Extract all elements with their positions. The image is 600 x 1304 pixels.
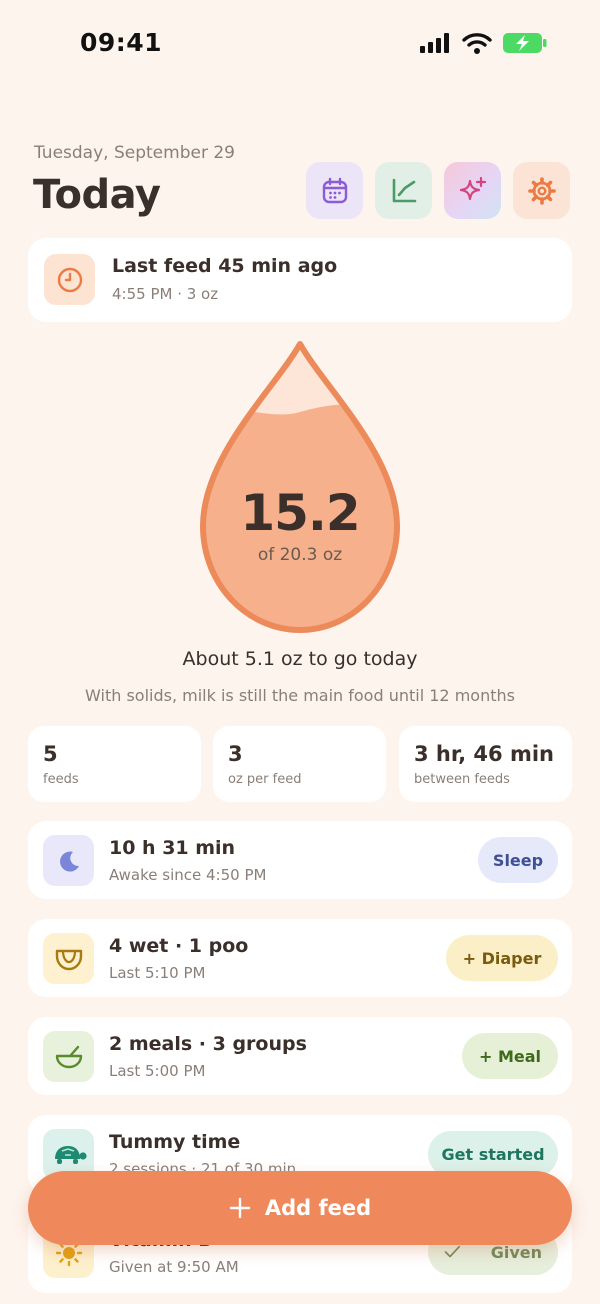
checkmark-icon bbox=[444, 1245, 461, 1258]
cellular-signal-icon bbox=[420, 33, 449, 53]
turtle-icon bbox=[54, 1145, 87, 1164]
stat-oz-per-feed: 3 oz per feed bbox=[213, 726, 386, 802]
battery-charging-icon bbox=[503, 33, 547, 53]
diaper-card[interactable]: 4 wet · 1 poo Last 5:10 PM + Diaper bbox=[28, 919, 572, 997]
meal-card[interactable]: 2 meals · 3 groups Last 5:00 PM + Meal bbox=[28, 1017, 572, 1095]
stat-label: oz per feed bbox=[228, 772, 302, 787]
clock-icon-badge bbox=[44, 254, 95, 305]
tummy-time-title: Tummy time bbox=[109, 1131, 241, 1153]
last-feed-detail: 4:55 PM · 3 oz bbox=[112, 285, 219, 303]
current-date: Tuesday, September 29 bbox=[34, 143, 235, 163]
solids-note: With solids, milk is still the main food… bbox=[85, 686, 515, 705]
stat-value: 3 hr, 46 min bbox=[414, 742, 554, 766]
sleep-subtitle: Awake since 4:50 PM bbox=[109, 866, 267, 884]
stat-value: 3 bbox=[228, 742, 243, 766]
settings-button[interactable] bbox=[513, 162, 570, 219]
diaper-title: 4 wet · 1 poo bbox=[109, 935, 249, 957]
stat-between-feeds: 3 hr, 46 min between feeds bbox=[399, 726, 572, 802]
gear-icon bbox=[527, 176, 556, 205]
meal-subtitle: Last 5:00 PM bbox=[109, 1062, 206, 1080]
remaining-text: About 5.1 oz to go today bbox=[182, 648, 418, 670]
plus-icon bbox=[229, 1197, 251, 1219]
add-feed-button[interactable]: Add feed bbox=[28, 1171, 572, 1245]
diaper-icon bbox=[55, 949, 82, 970]
meal-title: 2 meals · 3 groups bbox=[109, 1033, 307, 1055]
sparkle-icon bbox=[459, 176, 486, 200]
trends-button[interactable] bbox=[375, 162, 432, 219]
top-actions bbox=[306, 162, 570, 219]
intake-target: of 20.3 oz bbox=[257, 545, 343, 565]
vitamin-given-label: Given bbox=[490, 1242, 542, 1262]
moon-icon bbox=[59, 851, 79, 872]
status-bar: 09:41 bbox=[0, 0, 600, 90]
calendar-button[interactable] bbox=[306, 162, 363, 219]
status-time: 09:41 bbox=[80, 28, 163, 57]
intake-value: 15.2 bbox=[240, 484, 360, 542]
sleep-button[interactable]: Sleep bbox=[478, 837, 558, 883]
bowl-icon-badge bbox=[43, 1031, 94, 1082]
vitamin-d-subtitle: Given at 9:50 AM bbox=[109, 1258, 239, 1276]
last-feed-card[interactable]: Last feed 45 min ago 4:55 PM · 3 oz bbox=[28, 238, 572, 322]
sleep-card[interactable]: 10 h 31 min Awake since 4:50 PM Sleep bbox=[28, 821, 572, 899]
calendar-icon bbox=[322, 177, 347, 203]
assistant-button[interactable] bbox=[444, 162, 501, 219]
add-feed-label: Add feed bbox=[264, 1196, 372, 1220]
sleep-title: 10 h 31 min bbox=[109, 837, 236, 859]
clock-icon bbox=[57, 267, 82, 292]
stat-value: 5 bbox=[43, 742, 58, 766]
diaper-subtitle: Last 5:10 PM bbox=[109, 964, 206, 982]
wifi-icon bbox=[462, 33, 492, 54]
last-feed-title: Last feed 45 min ago bbox=[112, 255, 338, 277]
moon-icon-badge bbox=[43, 835, 94, 886]
status-icons bbox=[420, 32, 548, 54]
add-diaper-button[interactable]: + Diaper bbox=[446, 935, 558, 981]
diaper-icon-badge bbox=[43, 933, 94, 984]
stat-feeds: 5 feeds bbox=[28, 726, 201, 802]
page-title: Today bbox=[33, 172, 161, 218]
stat-label: feeds bbox=[43, 772, 79, 787]
bowl-icon bbox=[55, 1045, 82, 1068]
stat-label: between feeds bbox=[414, 772, 510, 787]
add-meal-button[interactable]: + Meal bbox=[462, 1033, 558, 1079]
chart-icon bbox=[392, 178, 416, 202]
